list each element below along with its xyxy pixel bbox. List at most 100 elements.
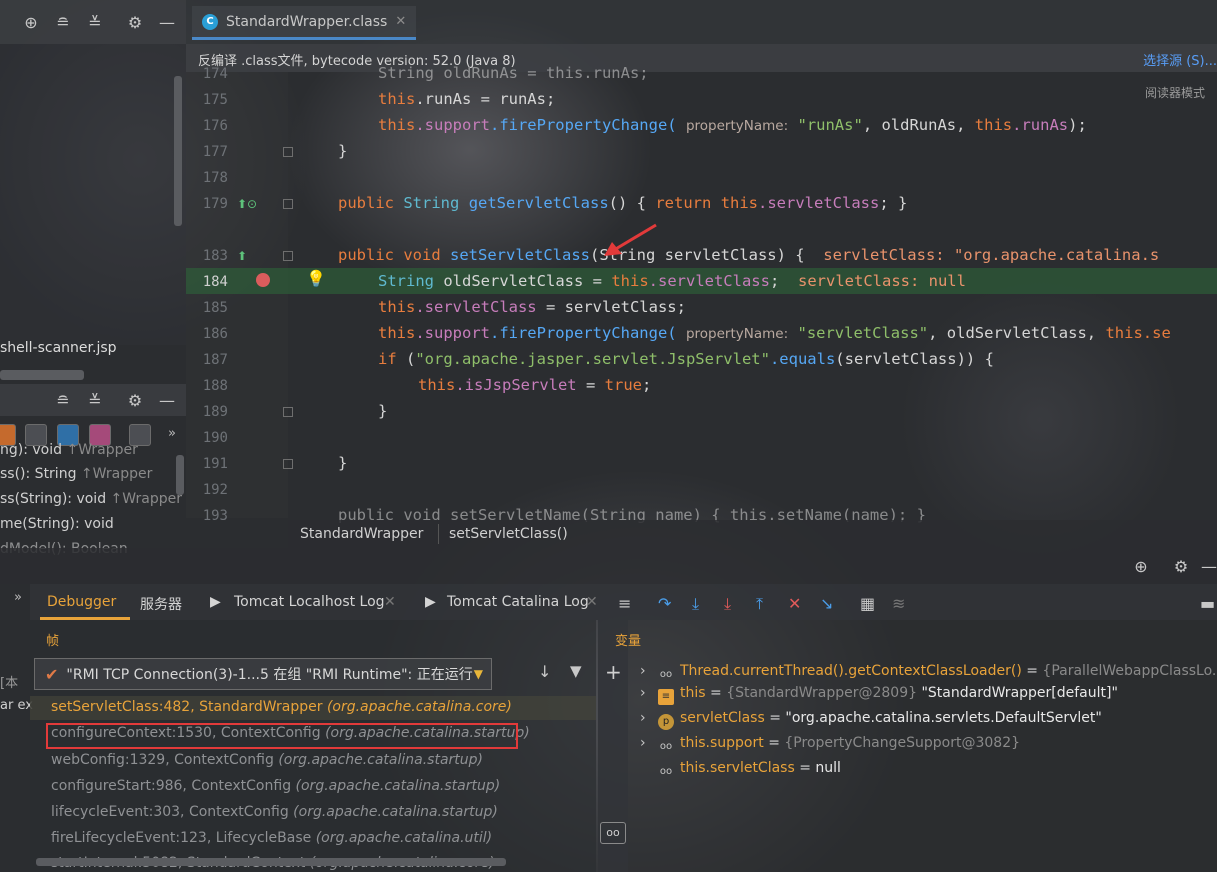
reader-mode-button[interactable]: 阅读器模式	[1145, 84, 1205, 101]
line-number: 183	[202, 248, 228, 264]
line-number: 191	[202, 456, 228, 472]
minimize-icon[interactable]: —	[1198, 555, 1217, 577]
run-to-cursor-icon[interactable]: ↘	[820, 594, 833, 613]
fold-marker[interactable]	[283, 251, 293, 261]
variables-title: 变量	[615, 634, 642, 649]
step-out-icon[interactable]: ⤒	[756, 594, 763, 614]
fold-marker[interactable]	[283, 407, 293, 417]
code-line: String oldRunAs = this.runAs;	[378, 64, 649, 82]
member-item[interactable]: ng): void ↑Wrapper	[0, 442, 138, 458]
tab-server[interactable]: 服务器	[140, 594, 182, 614]
log-icon: ▶	[425, 594, 436, 610]
chevron-right-icon[interactable]: ›	[640, 735, 658, 751]
minimize-icon[interactable]: —	[156, 11, 178, 33]
more-icon[interactable]: »	[168, 426, 176, 441]
variable-row[interactable]: › p servletClass = "org.apache.catalina.se…	[640, 710, 1102, 730]
line-number: 175	[202, 92, 228, 108]
code-line: this.support.firePropertyChange( propert…	[378, 116, 1087, 134]
override-icon[interactable]: ⬆⊙	[237, 197, 257, 211]
frames-title: 帧	[46, 634, 60, 649]
code-line: this.servletClass = servletClass;	[378, 298, 686, 316]
arrow-down-icon[interactable]: ↓	[538, 662, 551, 681]
chevron-down-icon: ▼	[473, 667, 483, 681]
fold-marker[interactable]	[283, 147, 293, 157]
close-icon[interactable]: ✕	[586, 594, 598, 610]
line-number: 176	[202, 118, 228, 134]
scrollbar[interactable]	[174, 76, 182, 226]
watch-icon: oo	[659, 741, 673, 752]
breadcrumb-method[interactable]: setServletClass()	[449, 526, 568, 542]
force-step-into-icon[interactable]: ⤓	[724, 594, 731, 614]
line-number: 189	[202, 404, 228, 420]
frame-row[interactable]: configureStart:986, ContextConfig (org.a…	[51, 778, 500, 794]
glasses-icon[interactable]: oo	[600, 822, 626, 844]
tool-window-header: ⊕ ⚙ —	[0, 548, 1217, 584]
drop-frame-icon[interactable]: ✕	[788, 594, 801, 613]
expand-all-icon[interactable]: ≘	[52, 11, 74, 33]
variable-row[interactable]: › oo this.support = {PropertyChangeSupport…	[640, 735, 1020, 755]
collapse-all-icon[interactable]: ≚	[84, 389, 106, 411]
file-name[interactable]: shell-scanner.jsp	[0, 340, 117, 356]
field-icon: ≡	[658, 689, 674, 705]
scrollbar[interactable]	[36, 858, 506, 866]
tab-localhost-log[interactable]: Tomcat Localhost Log	[234, 594, 385, 610]
code-line: this.support.firePropertyChange( propert…	[378, 324, 1171, 342]
log-icon: ▶	[210, 594, 221, 610]
chevron-right-icon[interactable]: ›	[640, 710, 658, 726]
line-number: 188	[202, 378, 228, 394]
scrollbar[interactable]	[0, 370, 84, 380]
gear-icon[interactable]: ⚙	[124, 389, 146, 411]
check-icon: ✔	[45, 664, 59, 684]
structure-toolbar: ≘ ≚ ⚙ —	[0, 384, 186, 416]
watch-icon: oo	[659, 669, 673, 680]
target-icon[interactable]: ⊕	[20, 11, 42, 33]
chevron-right-icon[interactable]: ›	[640, 685, 658, 701]
lightbulb-icon[interactable]: 💡	[306, 269, 326, 288]
close-icon[interactable]: ✕	[384, 594, 396, 610]
variable-row[interactable]: › ≡ this = {StandardWrapper@2809} "Standar…	[640, 685, 1118, 705]
variable-row[interactable]: oo this.servletClass = null	[640, 760, 841, 780]
tab-catalina-log[interactable]: Tomcat Catalina Log	[447, 594, 589, 610]
fold-marker[interactable]	[283, 459, 293, 469]
minimize-icon[interactable]: —	[156, 389, 178, 411]
variable-row[interactable]: › oo Thread.currentThread().getContextClas…	[640, 660, 1217, 683]
frame-row[interactable]: fireLifecycleEvent:123, LifecycleBase (o…	[51, 830, 492, 846]
thread-selector[interactable]: ✔ "RMI TCP Connection(3)-1...5 在组 "RMI R…	[34, 658, 492, 690]
add-watch-icon[interactable]: +	[605, 660, 622, 684]
evaluate-icon[interactable]: ▦	[860, 594, 875, 613]
filter-icon[interactable]: ▼	[570, 662, 582, 680]
override-icon[interactable]: ⬆	[237, 249, 247, 263]
breadcrumb: StandardWrapper setServletClass()	[288, 520, 1217, 548]
gear-icon[interactable]: ⚙	[1170, 555, 1192, 577]
menu-icon[interactable]: ≡	[618, 594, 631, 613]
side-text: [本	[0, 676, 19, 691]
more-icon[interactable]: »	[14, 590, 22, 605]
member-item[interactable]: ss(String): void ↑Wrapper	[0, 491, 182, 507]
frame-row[interactable]: webConfig:1329, ContextConfig (org.apach…	[51, 752, 483, 768]
collapse-all-icon[interactable]: ≚	[84, 11, 106, 33]
breadcrumb-class[interactable]: StandardWrapper	[300, 526, 423, 542]
trace-icon[interactable]: ≋	[892, 594, 905, 613]
line-number: 193	[202, 508, 228, 524]
step-over-icon[interactable]: ↷	[658, 594, 671, 613]
inline-debug-value: servletClass: "org.apache.catalina.s	[823, 246, 1160, 264]
fold-marker[interactable]	[283, 199, 293, 209]
chevron-right-icon[interactable]: ›	[640, 663, 658, 679]
step-into-icon[interactable]: ⤓	[692, 594, 699, 614]
scrollbar[interactable]	[176, 455, 184, 495]
member-item[interactable]: me(String): void	[0, 516, 114, 532]
tab-debugger[interactable]: Debugger	[47, 594, 116, 610]
tab-title: StandardWrapper.class	[226, 13, 388, 30]
expand-all-icon[interactable]: ≘	[52, 389, 74, 411]
line-number-current: 184	[202, 274, 228, 290]
close-icon[interactable]: ✕	[395, 14, 406, 29]
frame-row[interactable]: lifecycleEvent:303, ContextConfig (org.a…	[51, 804, 498, 820]
breakpoint-icon[interactable]	[256, 273, 270, 287]
frame-row[interactable]: setServletClass:482, StandardWrapper (or…	[51, 699, 512, 715]
choose-source-link[interactable]: 选择源 (S)...	[1143, 50, 1217, 69]
target-icon[interactable]: ⊕	[1130, 555, 1152, 577]
editor-tab[interactable]: C StandardWrapper.class ✕	[192, 6, 417, 40]
gear-icon[interactable]: ⚙	[124, 11, 146, 33]
layout-icon[interactable]: ▬	[1200, 594, 1215, 613]
member-item[interactable]: ss(): String ↑Wrapper	[0, 466, 152, 482]
